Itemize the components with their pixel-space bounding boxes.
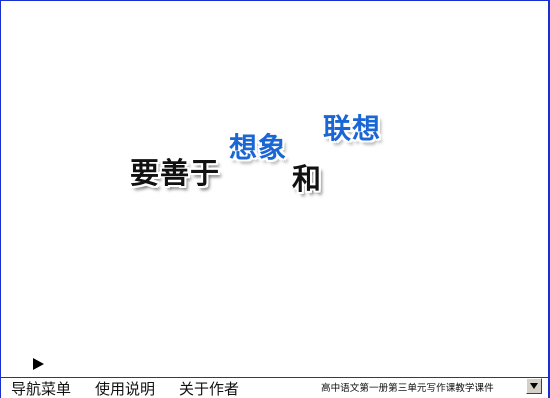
chevron-down-icon bbox=[530, 383, 538, 389]
phrase-be-good-at: 要善于 bbox=[130, 156, 221, 190]
word-association: 联想 bbox=[323, 112, 382, 145]
word-and: 和 bbox=[292, 162, 323, 196]
nav-menu-link[interactable]: 导航菜单 bbox=[11, 380, 71, 398]
usage-instructions-link[interactable]: 使用说明 bbox=[95, 380, 155, 398]
course-title: 高中语文第一册第三单元写作课教学课件 bbox=[321, 383, 494, 394]
dropdown-button[interactable] bbox=[526, 378, 542, 394]
slide-canvas: 要善于 想象 和 联想 bbox=[1, 1, 548, 377]
word-imagination: 想象 bbox=[229, 131, 288, 164]
play-icon[interactable] bbox=[33, 358, 44, 370]
about-author-link[interactable]: 关于作者 bbox=[179, 380, 239, 398]
bottom-nav-bar: 导航菜单 使用说明 关于作者 高中语文第一册第三单元写作课教学课件 bbox=[1, 377, 548, 398]
app-window: 要善于 想象 和 联想 导航菜单 使用说明 关于作者 高中语文第一册第三单元写作… bbox=[0, 0, 550, 398]
